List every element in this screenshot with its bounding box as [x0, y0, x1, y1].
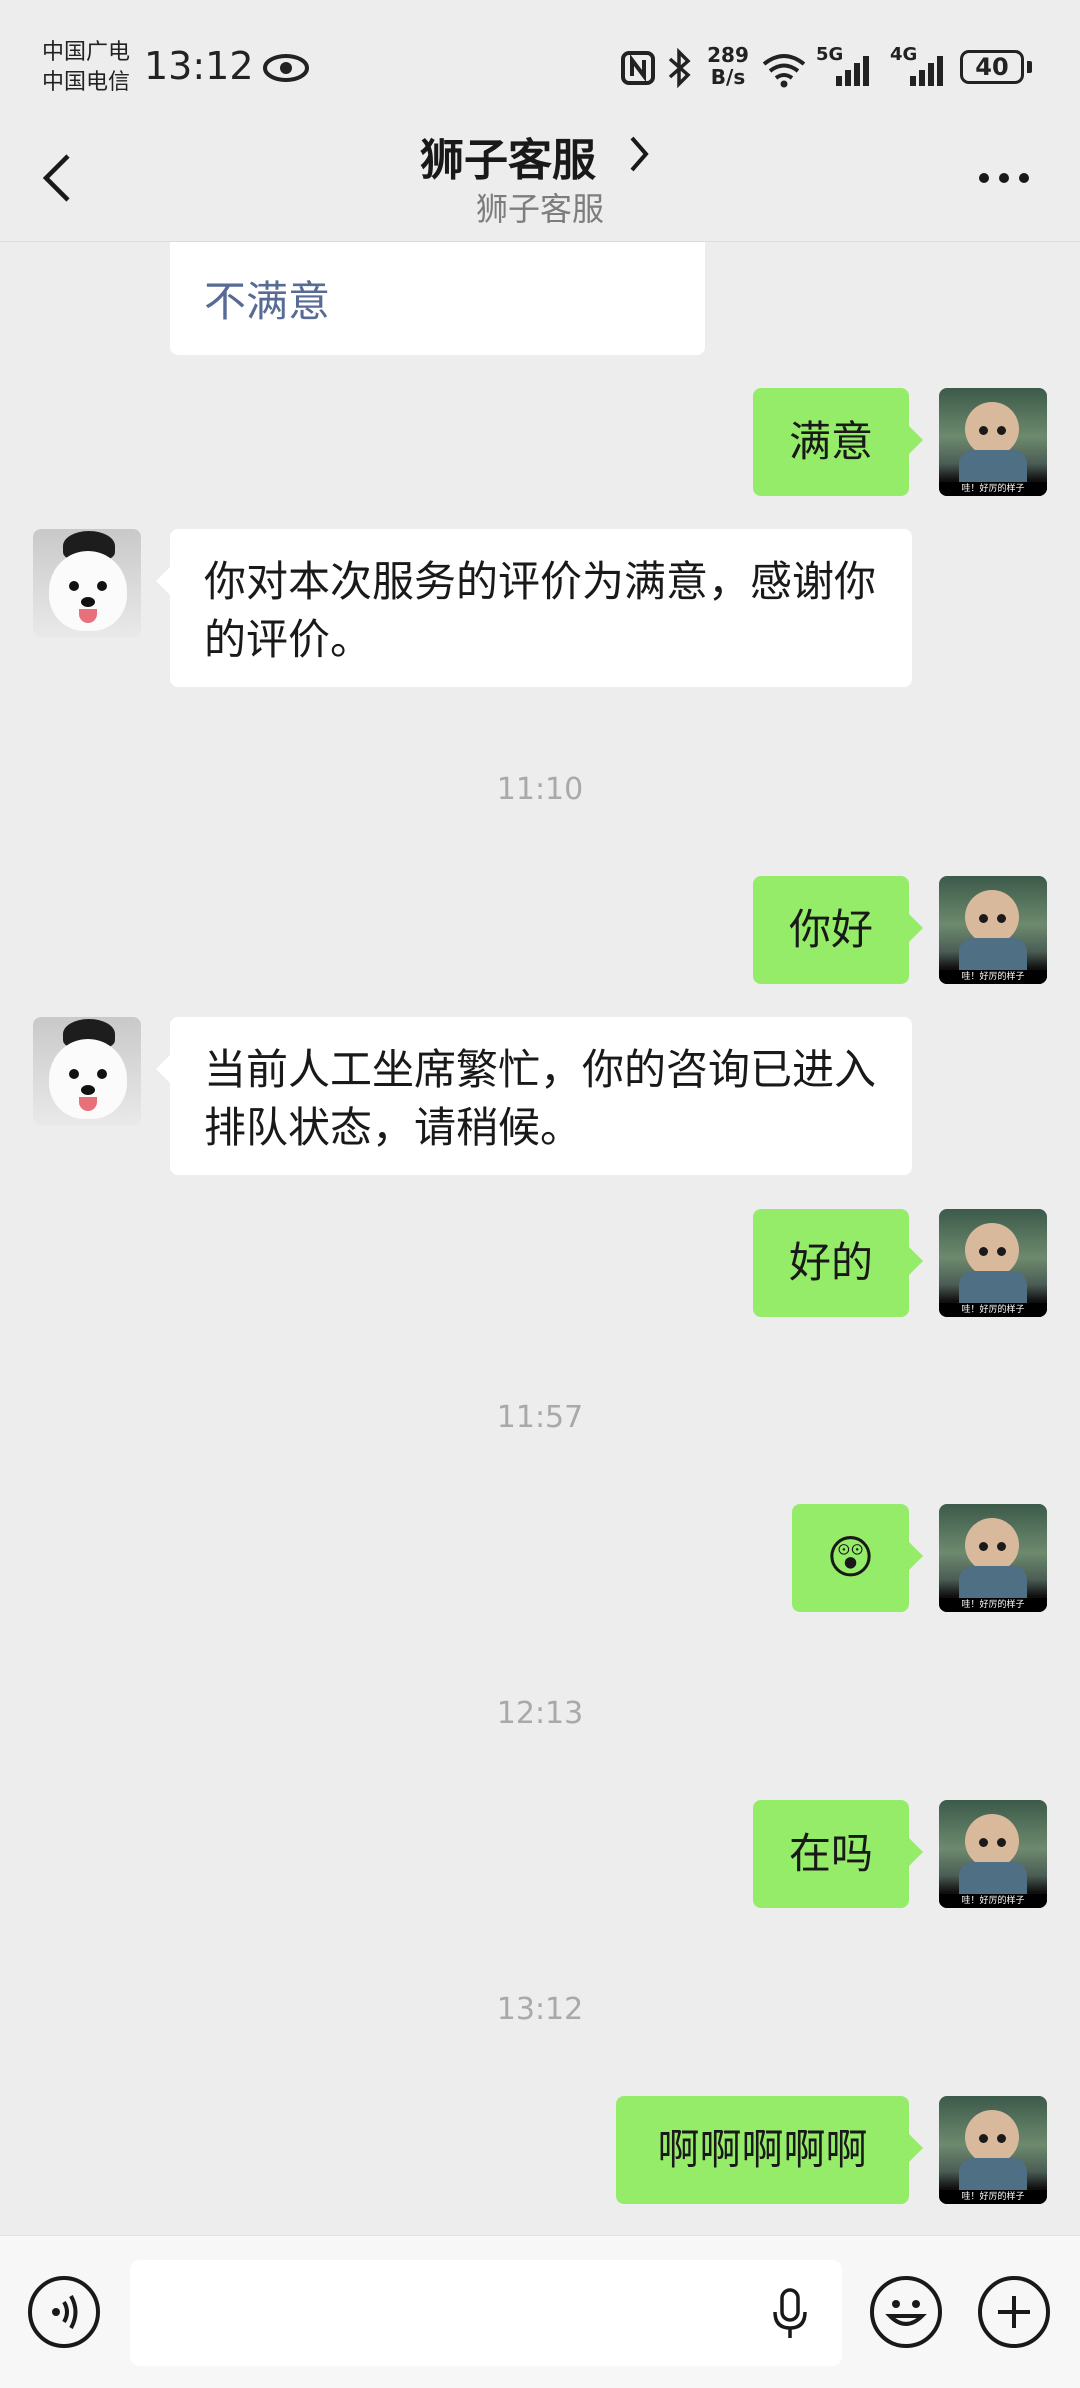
battery-tip — [1027, 61, 1032, 73]
chevron-right-icon — [630, 136, 649, 172]
message-bubble-me[interactable]: 你好 — [753, 876, 923, 984]
signal-5g-icon — [836, 56, 869, 86]
avatar-caption: 哇！好厉的样子 — [939, 1303, 1047, 1317]
status-time: 13:12 — [144, 44, 254, 88]
timestamp: 11:10 — [496, 772, 584, 807]
chat-area[interactable]: 不满意 满意 哇！好厉的样子 你对本次服务的评价为满意，感谢你的评价。 11:1… — [0, 242, 1080, 2235]
signal-4g-icon — [910, 56, 943, 86]
message-bubble-other[interactable]: 当前人工坐席繁忙，你的咨询已进入排队状态，请稍候。 — [156, 1017, 912, 1175]
chat-subtitle: 狮子客服 — [475, 190, 604, 228]
service-avatar[interactable] — [33, 1017, 141, 1125]
chat-title-link[interactable]: 狮子客服 — [420, 120, 660, 186]
eye-icon — [263, 54, 309, 82]
avatar-caption: 哇！好厉的样子 — [939, 1598, 1047, 1612]
message-input[interactable] — [130, 2260, 842, 2366]
battery-indicator: 40 — [960, 50, 1024, 84]
avatar-caption: 哇！好厉的样子 — [939, 970, 1047, 984]
microphone-icon[interactable] — [770, 2286, 810, 2342]
message-bubble-me[interactable]: 满意 — [753, 388, 923, 496]
net-speed-unit: B/s — [710, 65, 746, 89]
message-bubble-me[interactable]: 在吗 — [753, 1800, 923, 1908]
chat-title: 狮子客服 — [420, 135, 596, 186]
avatar-caption: 哇！好厉的样子 — [939, 1894, 1047, 1908]
plus-icon — [998, 2296, 1030, 2328]
bluetooth-icon — [668, 48, 691, 88]
my-avatar[interactable]: 哇！好厉的样子 — [939, 876, 1047, 984]
my-avatar[interactable]: 哇！好厉的样子 — [939, 2096, 1047, 2204]
avatar-caption: 哇！好厉的样子 — [939, 2190, 1047, 2204]
battery-level: 40 — [975, 53, 1009, 81]
message-bubble-emoji[interactable]: 😲 — [792, 1504, 923, 1612]
more-actions-button[interactable] — [978, 2276, 1050, 2348]
net-speed-value: 289 — [707, 43, 749, 67]
my-avatar[interactable]: 哇！好厉的样子 — [939, 1800, 1047, 1908]
wifi-icon — [762, 54, 806, 88]
input-bar — [0, 2235, 1080, 2388]
my-avatar[interactable]: 哇！好厉的样子 — [939, 1209, 1047, 1317]
chat-header: 狮子客服 狮子客服 — [0, 110, 1080, 240]
emoji-icon — [885, 2300, 927, 2326]
carrier-2: 中国电信 — [42, 70, 131, 95]
net-speed: 289 B/s — [706, 44, 750, 88]
rating-option-card: 不满意 — [170, 242, 705, 355]
message-bubble-me[interactable]: 好的 — [753, 1209, 923, 1317]
surprised-emoji-icon: 😲 — [826, 1530, 875, 1584]
my-avatar[interactable]: 哇！好厉的样子 — [939, 388, 1047, 496]
avatar-caption: 哇！好厉的样子 — [939, 482, 1047, 496]
timestamp: 12:13 — [496, 1696, 584, 1731]
nfc-icon — [621, 51, 655, 85]
carrier-1: 中国广电 — [42, 40, 131, 65]
message-bubble-me[interactable]: 啊啊啊啊啊 — [616, 2096, 923, 2204]
voice-toggle-button[interactable] — [28, 2276, 100, 2348]
service-avatar[interactable] — [33, 529, 141, 637]
more-dots-icon[interactable] — [976, 170, 1032, 186]
my-avatar[interactable]: 哇！好厉的样子 — [939, 1504, 1047, 1612]
timestamp: 13:12 — [496, 1992, 584, 2027]
timestamp: 11:57 — [496, 1400, 584, 1435]
rating-option-dissatisfied[interactable]: 不满意 — [204, 268, 330, 329]
voice-icon — [52, 2295, 78, 2329]
emoji-button[interactable] — [870, 2276, 942, 2348]
message-bubble-other[interactable]: 你对本次服务的评价为满意，感谢你的评价。 — [156, 529, 912, 687]
